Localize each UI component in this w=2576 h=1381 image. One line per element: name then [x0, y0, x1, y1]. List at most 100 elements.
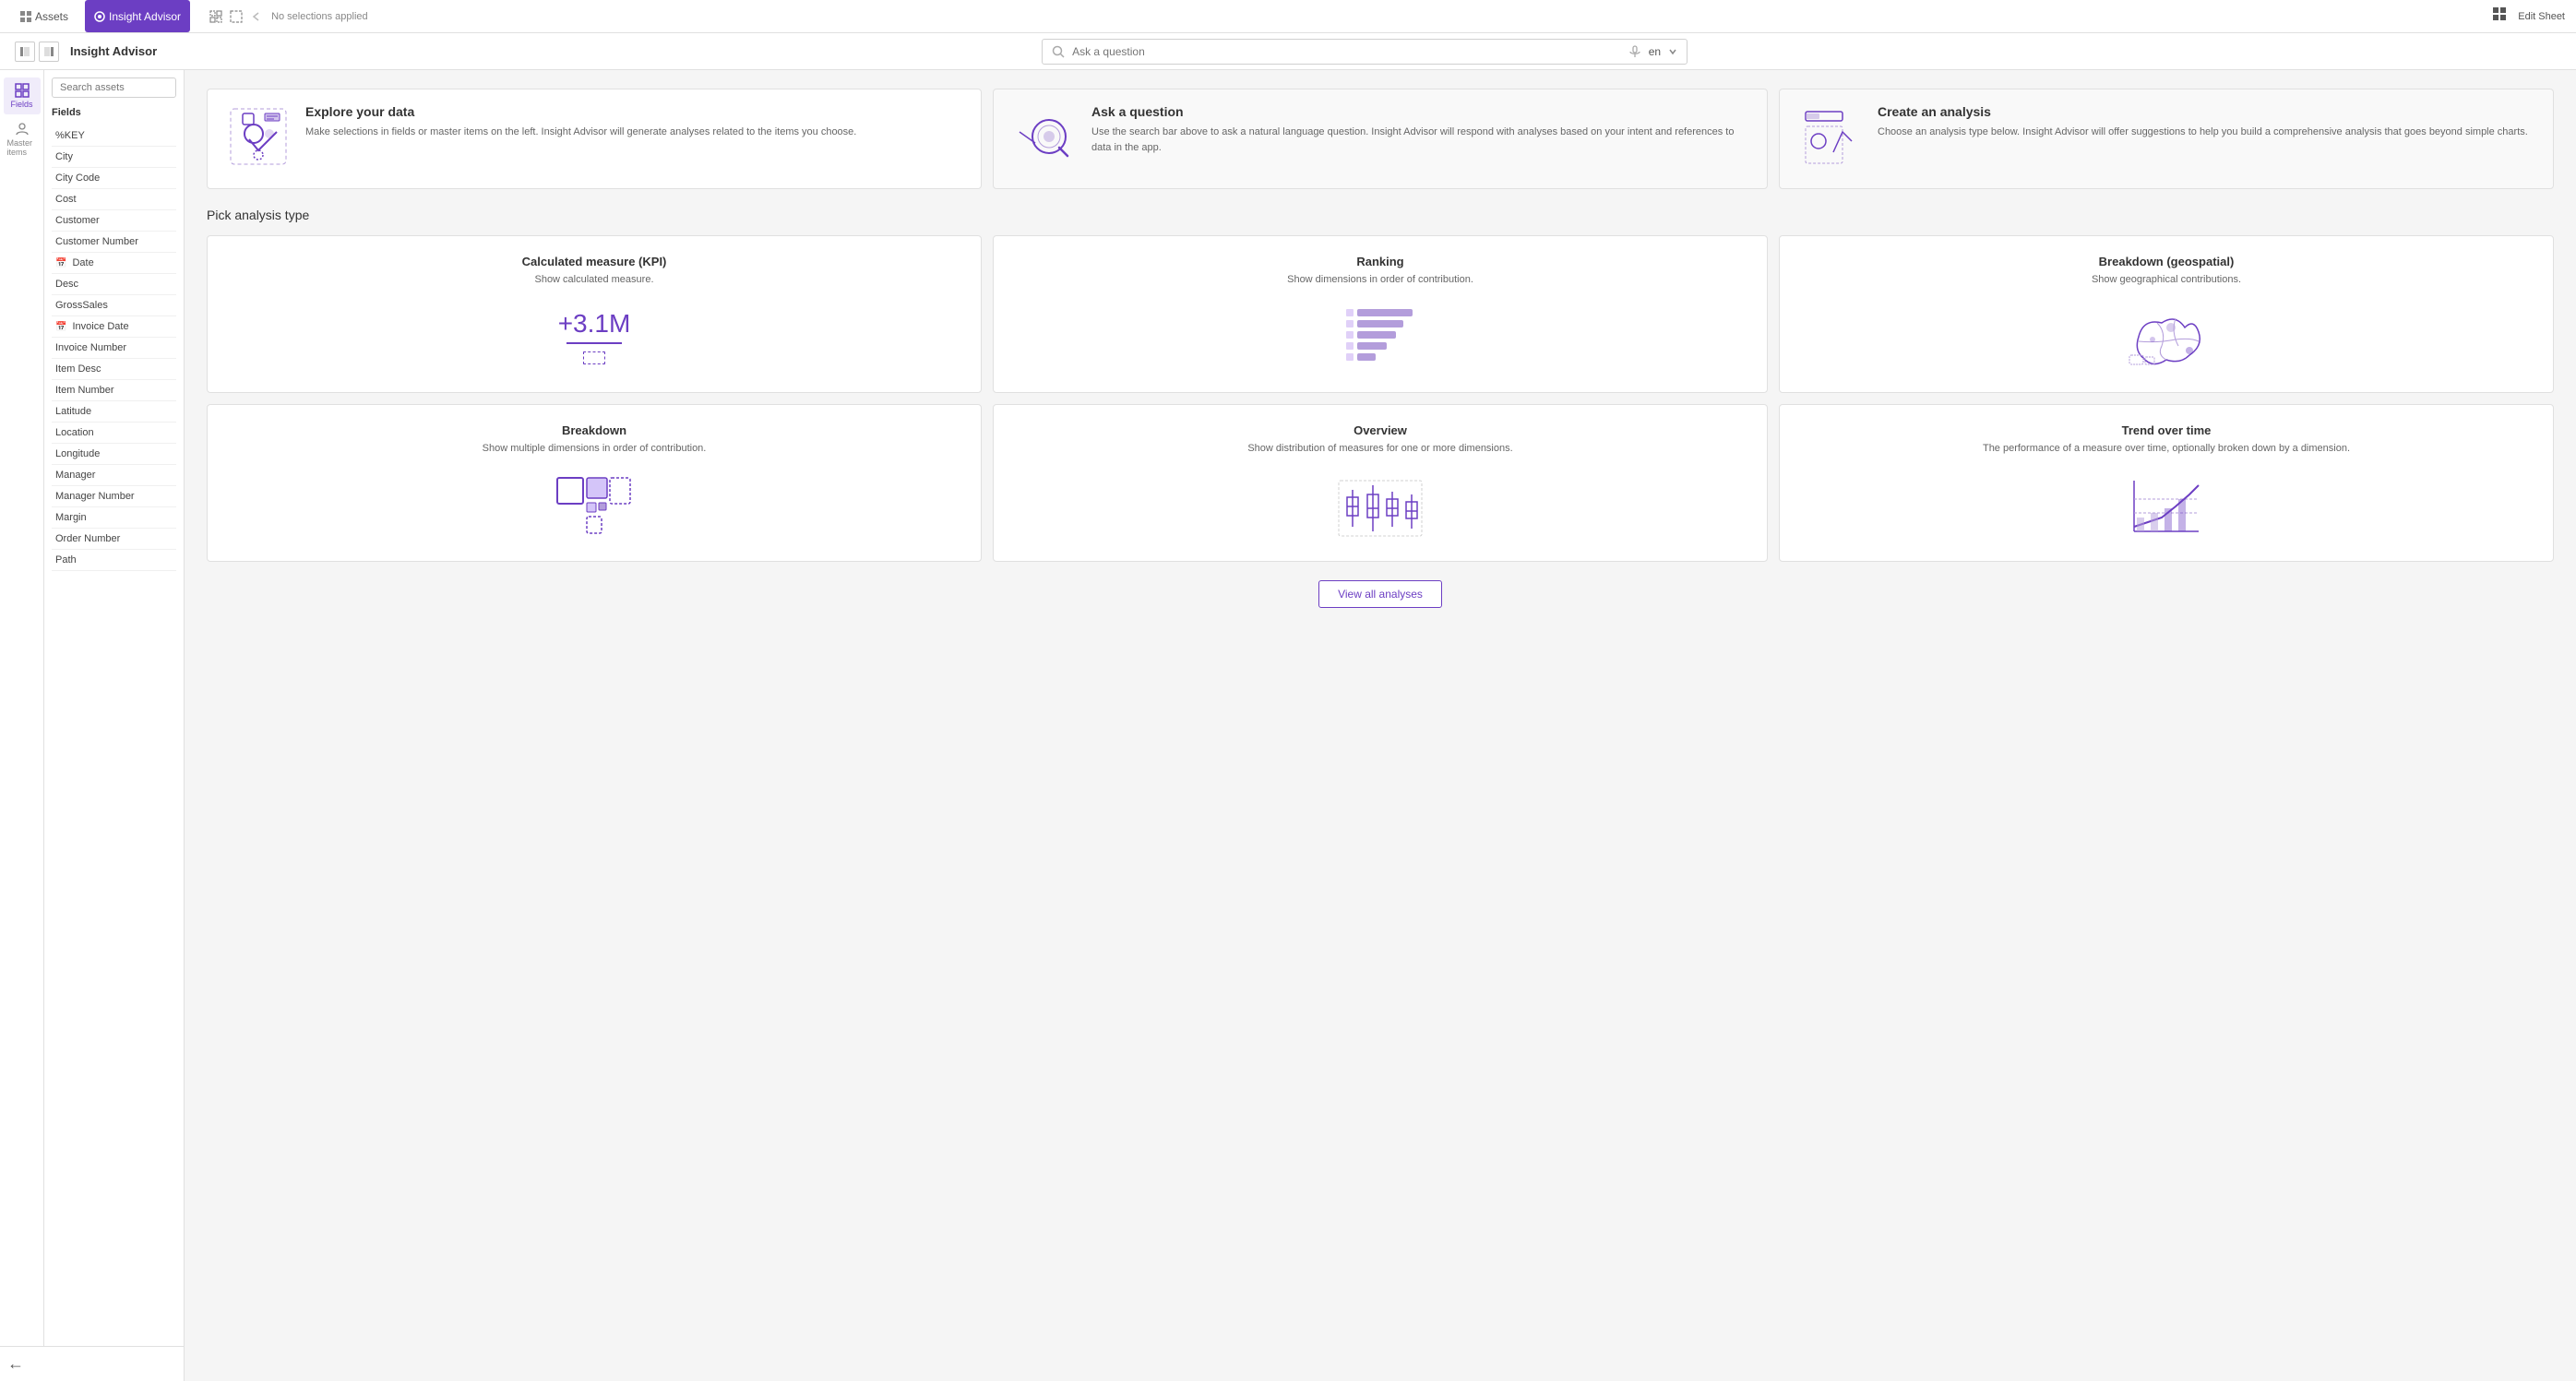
- panel-toggle-right[interactable]: [39, 42, 59, 62]
- view-all-analyses-btn[interactable]: View all analyses: [1318, 580, 1442, 608]
- panel-toggle: [15, 42, 59, 62]
- sidebar-item[interactable]: Invoice Number: [52, 338, 176, 359]
- sidebar-item[interactable]: Location: [52, 423, 176, 444]
- panel-toggle-left[interactable]: [15, 42, 35, 62]
- sidebar-item[interactable]: City Code: [52, 168, 176, 189]
- create-card-text: Create an analysis Choose an analysis ty…: [1878, 104, 2528, 140]
- sidebar-item[interactable]: Manager: [52, 465, 176, 486]
- kpi-desc: Show calculated measure.: [222, 274, 966, 285]
- create-analysis-card: Create an analysis Choose an analysis ty…: [1779, 89, 2554, 189]
- pick-analysis-title: Pick analysis type: [207, 208, 2554, 222]
- sidebar-fields-title: Fields: [52, 105, 176, 120]
- sidebar-item[interactable]: Customer: [52, 210, 176, 232]
- kpi-title: Calculated measure (KPI): [222, 255, 966, 268]
- view-all-wrap: View all analyses: [207, 580, 2554, 608]
- search-icon: [1052, 45, 1065, 58]
- nav-insight-advisor[interactable]: Insight Advisor: [85, 0, 190, 32]
- sidebar-item[interactable]: 📅Date: [52, 253, 176, 274]
- fields-icon-label: Fields: [10, 100, 32, 109]
- search-input[interactable]: [1072, 45, 1621, 58]
- selection-tools: [209, 9, 264, 24]
- ask-card-desc: Use the search bar above to ask a natura…: [1091, 125, 1748, 155]
- sidebar-item[interactable]: City: [52, 147, 176, 168]
- select-icon[interactable]: [229, 9, 244, 24]
- master-items-icon: [15, 122, 30, 137]
- explore-card: Explore your data Make selections in fie…: [207, 89, 982, 189]
- master-items-icon-label: Master items: [7, 138, 37, 157]
- breakdown-visual: [222, 469, 966, 542]
- overview-visual: [1008, 469, 1752, 542]
- trend-desc: The performance of a measure over time, …: [1795, 443, 2538, 454]
- analysis-card-trend[interactable]: Trend over time The performance of a mea…: [1779, 404, 2554, 562]
- trend-visual: [1795, 469, 2538, 542]
- sidebar-item[interactable]: Cost: [52, 189, 176, 210]
- sidebar-item[interactable]: Item Desc: [52, 359, 176, 380]
- lasso-icon[interactable]: [209, 9, 223, 24]
- insight-advisor-icon: [94, 11, 105, 22]
- sidebar-item[interactable]: Manager Number: [52, 486, 176, 507]
- create-card-title: Create an analysis: [1878, 104, 2528, 119]
- sidebar-item-master-icon[interactable]: Master items: [4, 116, 41, 162]
- ranking-visual: [1008, 300, 1752, 374]
- explore-icon: [226, 104, 291, 173]
- edit-sheet-btn[interactable]: Edit Sheet: [2518, 11, 2565, 22]
- sidebar-content: Fields Master items Fields %KEYCityCity …: [0, 70, 184, 1346]
- sidebar-item[interactable]: GrossSales: [52, 295, 176, 316]
- fields-icon: [15, 83, 30, 98]
- second-bar: Insight Advisor en: [0, 33, 2576, 70]
- chevron-down-icon[interactable]: [1668, 47, 1677, 56]
- sidebar-collapse-btn[interactable]: ←: [0, 1346, 184, 1381]
- no-selections-label: No selections applied: [271, 11, 368, 22]
- sidebar-item[interactable]: Customer Number: [52, 232, 176, 253]
- analysis-card-ranking[interactable]: Ranking Show dimensions in order of cont…: [993, 235, 1768, 393]
- sidebar: Fields Master items Fields %KEYCityCity …: [0, 70, 185, 1381]
- analysis-grid: Calculated measure (KPI) Show calculated…: [207, 235, 2554, 562]
- back-icon[interactable]: [249, 9, 264, 24]
- ask-question-card: Ask a question Use the search bar above …: [993, 89, 1768, 189]
- kpi-visual: +3.1M: [222, 300, 966, 374]
- breakdown-title: Breakdown: [222, 423, 966, 437]
- analysis-card-breakdown[interactable]: Breakdown Show multiple dimensions in or…: [207, 404, 982, 562]
- sidebar-search-input[interactable]: [52, 77, 176, 98]
- sidebar-item[interactable]: Path: [52, 550, 176, 571]
- language-selector[interactable]: en: [1649, 45, 1661, 58]
- sidebar-item[interactable]: Latitude: [52, 401, 176, 423]
- microphone-icon[interactable]: [1628, 45, 1641, 58]
- breakdown-desc: Show multiple dimensions in order of con…: [222, 443, 966, 454]
- main-content: Explore your data Make selections in fie…: [185, 70, 2576, 1381]
- geo-title: Breakdown (geospatial): [1795, 255, 2538, 268]
- overview-title: Overview: [1008, 423, 1752, 437]
- geo-desc: Show geographical contributions.: [1795, 274, 2538, 285]
- second-bar-title: Insight Advisor: [70, 44, 157, 58]
- sidebar-item[interactable]: Order Number: [52, 529, 176, 550]
- create-card-desc: Choose an analysis type below. Insight A…: [1878, 125, 2528, 140]
- sidebar-left-icons: Fields Master items: [0, 70, 44, 1346]
- sidebar-item[interactable]: Longitude: [52, 444, 176, 465]
- ranking-title: Ranking: [1008, 255, 1752, 268]
- ask-card-title: Ask a question: [1091, 104, 1748, 119]
- geo-visual: [1795, 300, 2538, 374]
- assets-icon: [20, 11, 31, 22]
- kpi-value: +3.1M: [558, 309, 631, 339]
- sidebar-item[interactable]: Margin: [52, 507, 176, 529]
- explore-card-title: Explore your data: [305, 104, 856, 119]
- nav-right: Edit Sheet: [2492, 6, 2565, 26]
- kpi-underline: [566, 342, 622, 344]
- trend-title: Trend over time: [1795, 423, 2538, 437]
- ask-card-text: Ask a question Use the search bar above …: [1091, 104, 1748, 155]
- grid-view-toggle[interactable]: [2492, 6, 2507, 26]
- sidebar-item[interactable]: 📅Invoice Date: [52, 316, 176, 338]
- nav-assets[interactable]: Assets: [11, 0, 78, 32]
- sidebar-item-fields-icon[interactable]: Fields: [4, 77, 41, 114]
- ranking-desc: Show dimensions in order of contribution…: [1008, 274, 1752, 285]
- main-search-bar[interactable]: en: [1042, 39, 1688, 65]
- analysis-card-kpi[interactable]: Calculated measure (KPI) Show calculated…: [207, 235, 982, 393]
- kpi-box: [583, 351, 605, 364]
- analysis-card-overview[interactable]: Overview Show distribution of measures f…: [993, 404, 1768, 562]
- sidebar-item[interactable]: %KEY: [52, 125, 176, 147]
- create-analysis-icon: [1798, 104, 1863, 173]
- analysis-card-geo[interactable]: Breakdown (geospatial) Show geographical…: [1779, 235, 2554, 393]
- sidebar-item[interactable]: Item Number: [52, 380, 176, 401]
- ask-icon: [1012, 104, 1077, 173]
- sidebar-item[interactable]: Desc: [52, 274, 176, 295]
